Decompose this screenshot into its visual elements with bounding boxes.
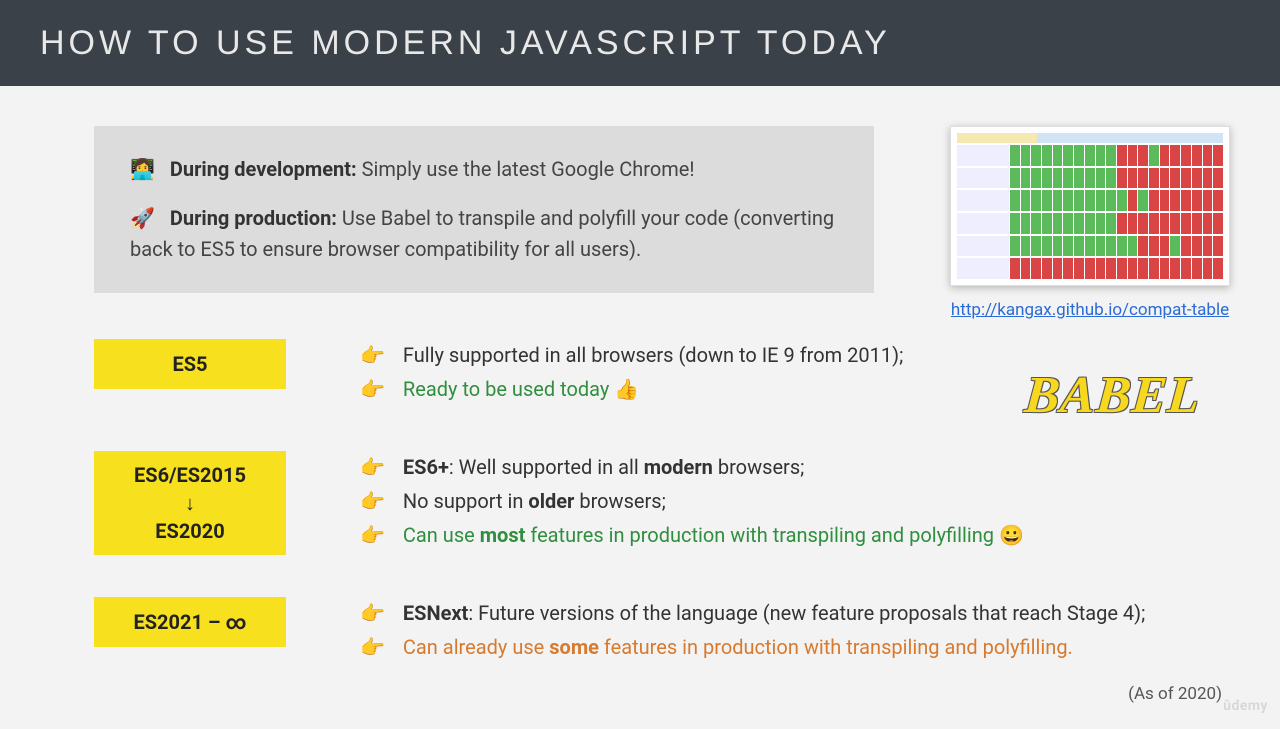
info-box: 👩‍💻 During development: Simply use the l… [94,126,874,293]
laptop-person-icon: 👩‍💻 [130,157,155,181]
thumbs-up-icon: 👍 [614,377,639,401]
pointer-icon: 👉 [360,377,385,401]
info-prod-label: During production: [170,206,337,230]
pointer-icon: 👉 [360,523,385,547]
tag-es5-label: ES5 [172,350,207,378]
list-item: 👉 No support in older browsers; [360,489,1230,513]
tag-esnext: ES2021 – ∞ [94,597,286,647]
smile-icon: 😀 [999,523,1024,547]
tag-esnext-label: ES2021 – ∞ [133,608,246,636]
info-dev-label: During development: [170,157,357,181]
row-es6: ES6/ES2015 ↓ ES2020 👉 ES6+: Well support… [94,451,1230,557]
list-item: 👉 ESNext: Future versions of the languag… [360,601,1230,625]
babel-logo: BABEL [1022,366,1203,425]
down-arrow-icon: ↓ [185,489,195,517]
row-esnext: ES2021 – ∞ 👉 ESNext: Future versions of … [94,597,1230,669]
bullet-text: Can already use some features in product… [403,635,1073,659]
list-item: 👉 ES6+: Well supported in all modern bro… [360,455,1230,479]
rocket-icon: 🚀 [130,206,155,230]
tag-es6-line3: ES2020 [155,517,224,545]
pointer-icon: 👉 [360,489,385,513]
info-dev-line: 👩‍💻 During development: Simply use the l… [130,154,838,185]
tag-es6-line1: ES6/ES2015 [134,461,246,489]
bullet-text: Can use most features in production with… [403,523,1024,547]
list-item: 👉 Can use most features in production wi… [360,523,1230,547]
slide-content: 👩‍💻 During development: Simply use the l… [0,86,1280,729]
list-item: 👉 Can already use some features in produ… [360,635,1230,659]
pointer-icon: 👉 [360,343,385,367]
pointer-icon: 👉 [360,601,385,625]
tag-es6: ES6/ES2015 ↓ ES2020 [94,451,286,555]
info-prod-line: 🚀 During production: Use Babel to transp… [130,203,838,265]
bullet-text: ES6+: Well supported in all modern brows… [403,455,804,479]
watermark: ûdemy [1223,698,1268,714]
compat-table-link[interactable]: http://kangax.github.io/compat-table [951,300,1229,320]
as-of-note: (As of 2020) [1128,684,1222,704]
bullets-es6: 👉 ES6+: Well supported in all modern bro… [360,451,1230,557]
list-item: 👉 Fully supported in all browsers (down … [360,343,1230,367]
slide-title: How to use modern JavaScript today [40,24,891,63]
pointer-icon: 👉 [360,455,385,479]
compat-table-aside: http://kangax.github.io/compat-table [950,126,1230,320]
bullet-text: ESNext: Future versions of the language … [403,601,1145,625]
slide-header: How to use modern JavaScript today [0,0,1280,86]
bullet-text: Ready to be used today 👍 [403,377,639,401]
pointer-icon: 👉 [360,635,385,659]
bullet-text: No support in older browsers; [403,489,666,513]
bullets-esnext: 👉 ESNext: Future versions of the languag… [360,597,1230,669]
bullet-text: Fully supported in all browsers (down to… [403,343,903,367]
compat-table-thumbnail [950,126,1230,286]
info-dev-text: Simply use the latest Google Chrome! [362,157,695,181]
tag-es5: ES5 [94,339,286,389]
